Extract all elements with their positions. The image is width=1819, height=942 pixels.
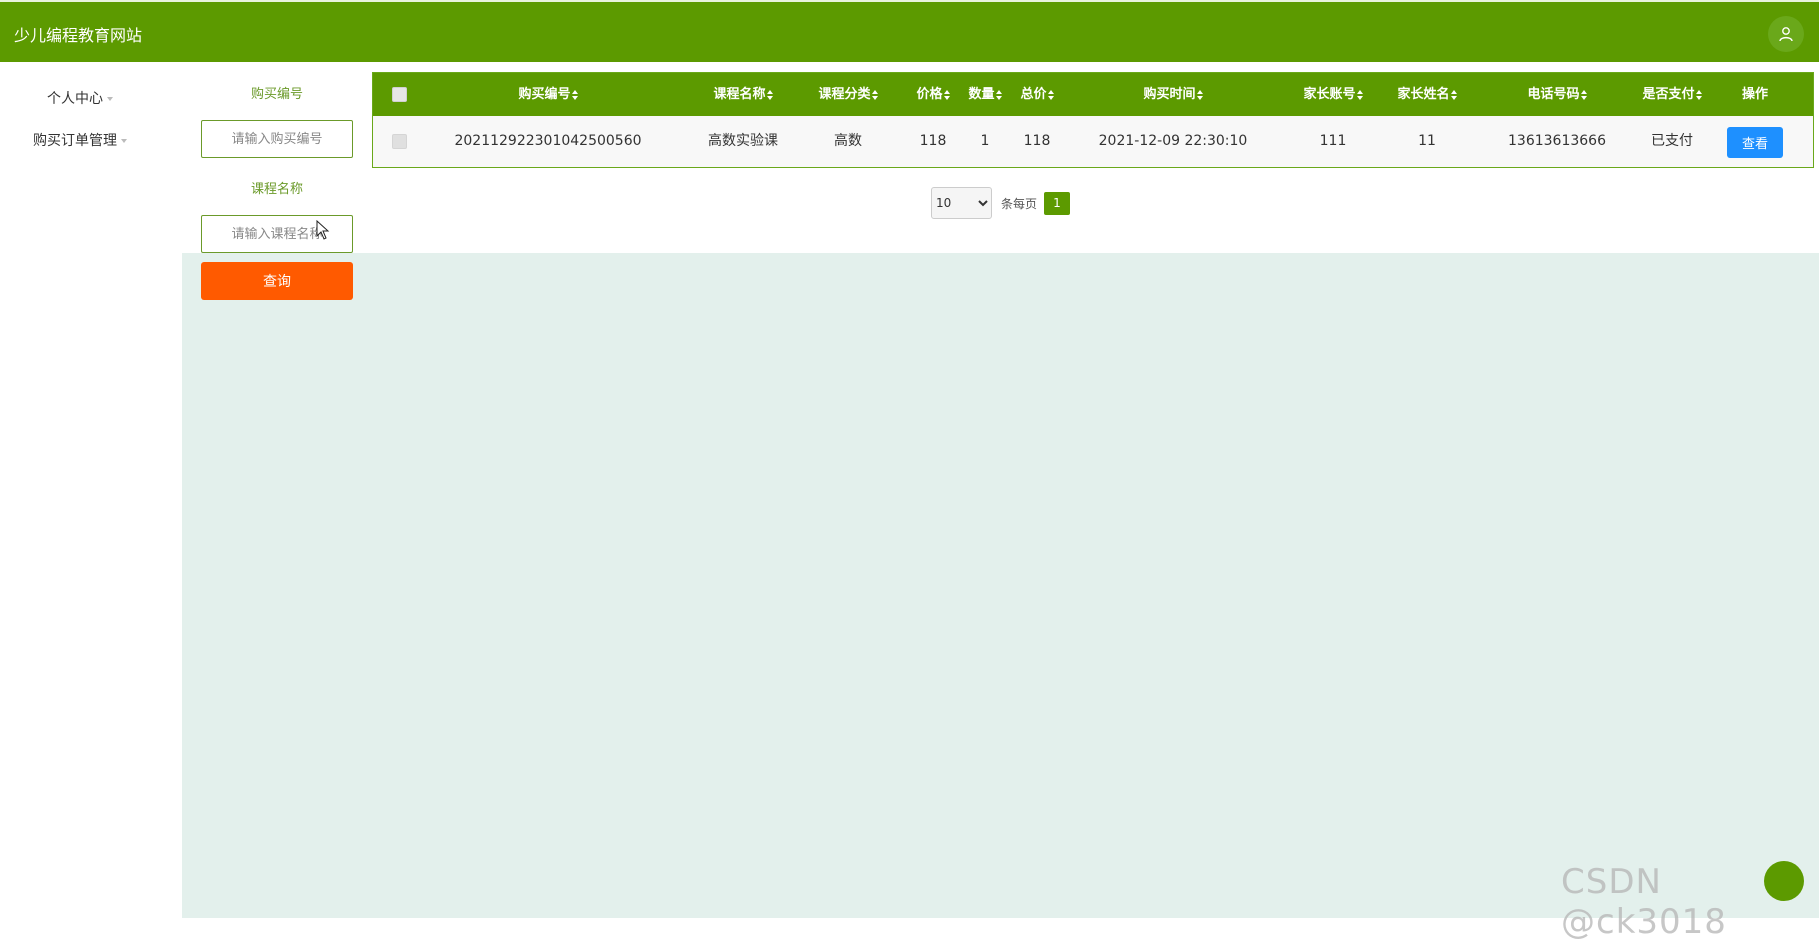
column-header-category[interactable]: 课程分类 <box>798 73 898 116</box>
page-number-button[interactable]: 1 <box>1044 192 1070 215</box>
course-name-label: 课程名称 <box>250 182 303 197</box>
course-name-input[interactable] <box>201 215 353 253</box>
table-row: 202112922301042500560 高数实验课 高数 118 1 118… <box>373 116 1813 167</box>
cell-time: 2021-12-09 22:30:10 <box>1098 133 1248 149</box>
cell-parent-name: 11 <box>1418 133 1436 149</box>
purchase-no-label: 购买编号 <box>250 87 303 102</box>
column-header-time[interactable]: 购买时间 <box>1073 73 1273 116</box>
user-menu-button[interactable] <box>1768 16 1804 52</box>
orders-table: 购买编号 课程名称 课程分类 价格 数量 总价 购买时间 家长账号 家长姓名 电… <box>372 72 1814 168</box>
user-icon <box>1779 27 1793 42</box>
column-header-purchase-no[interactable]: 购买编号 <box>443 73 653 116</box>
sidebar-item-label: 购买订单管理 <box>33 133 117 149</box>
cell-total: 118 <box>1023 133 1051 149</box>
column-header-phone[interactable]: 电话号码 <box>1487 73 1627 116</box>
sort-icon <box>943 89 950 100</box>
cell-purchase-no: 202112922301042500560 <box>454 133 642 149</box>
cell-quantity: 1 <box>980 133 990 149</box>
sort-icon <box>995 89 1002 100</box>
cell-price: 118 <box>919 133 947 149</box>
cell-category: 高数 <box>834 133 862 149</box>
column-header-action: 操作 <box>1741 87 1768 102</box>
column-header-parent-name[interactable]: 家长姓名 <box>1377 73 1477 116</box>
column-header-total[interactable]: 总价 <box>1007 73 1067 116</box>
sidebar: 个人中心 购买订单管理 <box>0 62 182 918</box>
view-button[interactable]: 查看 <box>1727 127 1783 158</box>
mouse-cursor-icon <box>316 220 330 240</box>
column-header-price[interactable]: 价格 <box>903 73 963 116</box>
select-all-checkbox[interactable] <box>392 87 407 102</box>
column-header-course-name[interactable]: 课程名称 <box>688 73 798 116</box>
sort-icon <box>1196 89 1203 100</box>
purchase-no-input[interactable] <box>201 120 353 158</box>
table-header: 购买编号 课程名称 课程分类 价格 数量 总价 购买时间 家长账号 家长姓名 电… <box>373 73 1813 116</box>
sort-icon <box>1356 89 1363 100</box>
content-background <box>182 253 1819 918</box>
sort-icon <box>871 89 878 100</box>
top-header: 少儿编程教育网站 <box>0 0 1819 62</box>
watermark: CSDN @ck3018 <box>1561 862 1727 942</box>
sort-icon <box>571 89 578 100</box>
chevron-down-icon <box>121 139 127 143</box>
column-header-parent-account[interactable]: 家长账号 <box>1283 73 1383 116</box>
sort-icon <box>1695 89 1702 100</box>
sort-icon <box>1580 89 1587 100</box>
site-title: 少儿编程教育网站 <box>14 26 143 45</box>
per-page-label: 条每页 <box>1001 197 1038 211</box>
sidebar-item-order-management[interactable]: 购买订单管理 <box>0 130 160 150</box>
sort-icon <box>766 89 773 100</box>
sidebar-item-label: 个人中心 <box>47 91 103 107</box>
cell-parent-account: 111 <box>1319 133 1347 149</box>
sidebar-item-personal-center[interactable]: 个人中心 <box>0 88 160 108</box>
sort-icon <box>1450 89 1457 100</box>
column-header-quantity[interactable]: 数量 <box>955 73 1015 116</box>
page-size-select[interactable]: 10 <box>931 187 992 219</box>
row-checkbox[interactable] <box>392 134 407 149</box>
search-button[interactable]: 查询 <box>201 262 353 300</box>
column-header-paid[interactable]: 是否支付 <box>1617 73 1727 116</box>
cell-phone: 13613613666 <box>1508 133 1606 149</box>
sort-icon <box>1047 89 1054 100</box>
cell-paid-status: 已支付 <box>1651 133 1693 149</box>
chevron-down-icon <box>107 97 113 101</box>
cell-course-name: 高数实验课 <box>708 133 778 149</box>
